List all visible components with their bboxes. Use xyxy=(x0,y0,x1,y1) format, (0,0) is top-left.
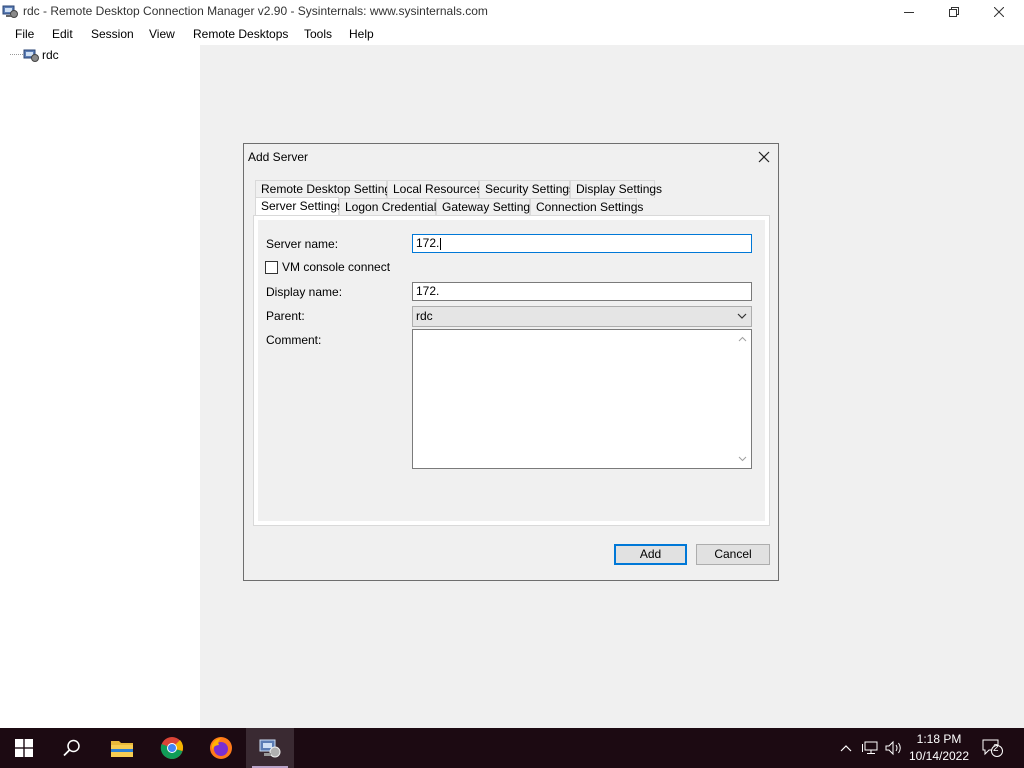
server-name-value: 172. xyxy=(416,236,440,250)
chevron-down-icon xyxy=(737,313,747,319)
comment-scrollbar[interactable] xyxy=(734,330,751,468)
server-group-icon xyxy=(23,49,39,62)
add-server-dialog: Add Server Remote Desktop Settings Local… xyxy=(243,143,779,581)
search-icon xyxy=(63,739,80,757)
scroll-up-icon[interactable] xyxy=(738,336,747,342)
restore-icon xyxy=(949,6,959,17)
add-button[interactable]: Add xyxy=(614,544,687,565)
menu-session[interactable]: Session xyxy=(91,27,134,41)
firefox-button[interactable] xyxy=(197,728,245,768)
close-window-button[interactable] xyxy=(976,0,1022,23)
tab-server-settings[interactable]: Server Settings xyxy=(255,197,343,217)
search-button[interactable] xyxy=(48,728,96,768)
chrome-icon xyxy=(160,737,184,759)
chevron-up-icon xyxy=(840,745,852,752)
menu-file[interactable]: File xyxy=(15,27,34,41)
show-hidden-icons-button[interactable] xyxy=(836,728,856,768)
volume-icon xyxy=(885,740,901,756)
vm-console-label[interactable]: VM console connect xyxy=(282,260,390,274)
tree-node-rdc[interactable]: rdc xyxy=(42,48,59,62)
title-bar: rdc - Remote Desktop Connection Manager … xyxy=(0,0,1024,23)
tab-local-resources[interactable]: Local Resources xyxy=(387,180,482,198)
taskbar: 1:18 PM 10/14/2022 2 xyxy=(0,728,1024,768)
tab-remote-desktop-settings[interactable]: Remote Desktop Settings xyxy=(255,180,397,198)
tab-display-settings[interactable]: Display Settings xyxy=(570,180,662,198)
vm-console-checkbox[interactable] xyxy=(265,261,278,274)
comment-textarea[interactable] xyxy=(412,329,752,469)
clock[interactable]: 1:18 PM 10/14/2022 xyxy=(904,731,974,765)
network-tray-button[interactable] xyxy=(860,728,882,768)
tab-security-settings[interactable]: Security Settings xyxy=(479,180,575,198)
menu-edit[interactable]: Edit xyxy=(52,27,73,41)
comment-label: Comment: xyxy=(266,333,322,347)
notification-count: 2 xyxy=(993,743,999,754)
tab-connection-settings[interactable]: Connection Settings xyxy=(530,198,643,216)
display-name-input[interactable]: 172. xyxy=(412,282,752,301)
text-caret xyxy=(440,237,442,250)
clock-time: 1:18 PM xyxy=(916,732,962,746)
tab-gateway-settings[interactable]: Gateway Settings xyxy=(436,198,536,216)
parent-select[interactable]: rdc xyxy=(412,306,752,327)
display-name-label: Display name: xyxy=(266,285,343,299)
parent-label: Parent: xyxy=(266,309,305,323)
cancel-button[interactable]: Cancel xyxy=(696,544,770,565)
dialog-close-icon[interactable] xyxy=(756,149,772,165)
display-name-value: 172. xyxy=(416,284,440,298)
menu-bar: File Edit Session View Remote Desktops T… xyxy=(0,23,1024,45)
menu-remote-desktops[interactable]: Remote Desktops xyxy=(193,27,288,41)
window-title: rdc - Remote Desktop Connection Manager … xyxy=(23,4,488,18)
menu-help[interactable]: Help xyxy=(349,27,374,41)
menu-view[interactable]: View xyxy=(149,27,175,41)
server-name-label: Server name: xyxy=(266,237,339,251)
rdcman-icon xyxy=(259,739,281,758)
start-icon xyxy=(15,739,33,757)
server-tree xyxy=(0,45,200,728)
dialog-title: Add Server xyxy=(248,150,309,164)
rdcman-taskbar-button[interactable] xyxy=(246,728,294,768)
start-button[interactable] xyxy=(0,728,48,768)
notifications-button[interactable]: 2 xyxy=(980,728,1006,768)
clock-date: 10/14/2022 xyxy=(908,749,970,763)
rdcman-app-icon xyxy=(2,5,18,18)
file-explorer-icon xyxy=(111,741,133,757)
restore-button[interactable] xyxy=(931,0,977,23)
scroll-down-icon[interactable] xyxy=(738,456,747,462)
firefox-icon xyxy=(210,737,232,759)
tab-logon-credentials[interactable]: Logon Credentials xyxy=(339,198,442,216)
minimize-button[interactable] xyxy=(886,0,932,23)
network-icon xyxy=(862,741,878,754)
server-name-input[interactable]: 172. xyxy=(412,234,752,253)
chrome-button[interactable] xyxy=(148,728,196,768)
parent-value: rdc xyxy=(416,309,433,323)
volume-tray-button[interactable] xyxy=(883,728,905,768)
menu-tools[interactable]: Tools xyxy=(304,27,332,41)
minimize-icon xyxy=(904,11,914,13)
file-explorer-button[interactable] xyxy=(98,728,146,768)
close-icon xyxy=(994,6,1004,17)
